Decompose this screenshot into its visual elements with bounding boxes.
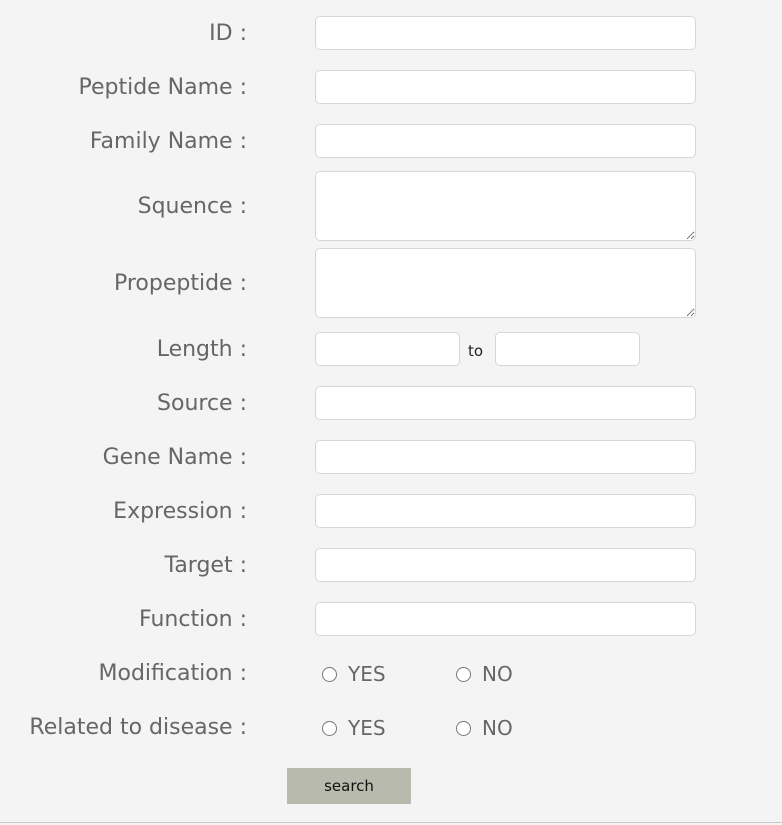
expression-input[interactable] (315, 494, 696, 528)
modification-yes-radio[interactable] (322, 666, 337, 682)
related-to-disease-yes-radio[interactable] (322, 720, 337, 736)
source-label: Source : (157, 391, 247, 416)
gene-name-input[interactable] (315, 440, 696, 474)
related-to-disease-no-option[interactable]: NO (456, 715, 513, 741)
gene-name-label: Gene Name : (102, 445, 247, 470)
expression-label: Expression : (113, 499, 247, 524)
related-to-disease-label: Related to disease : (29, 715, 247, 740)
related-to-disease-no-radio[interactable] (456, 720, 471, 736)
id-label: ID : (209, 21, 247, 46)
modification-no-option[interactable]: NO (456, 661, 513, 687)
length-to-input[interactable] (495, 332, 640, 366)
family-name-input[interactable] (315, 124, 696, 158)
target-input[interactable] (315, 548, 696, 582)
family-name-label: Family Name : (89, 129, 247, 154)
related-to-disease-yes-label: YES (348, 716, 386, 740)
id-input[interactable] (315, 16, 696, 50)
propeptide-label: Propeptide : (113, 271, 247, 296)
peptide-name-label: Peptide Name : (78, 75, 247, 100)
function-label: Function : (139, 607, 247, 632)
sequence-textarea[interactable] (315, 171, 696, 241)
length-label: Length : (156, 337, 247, 362)
modification-no-radio[interactable] (456, 666, 471, 682)
target-label: Target : (164, 553, 247, 578)
modification-no-label: NO (482, 662, 513, 686)
modification-yes-label: YES (348, 662, 386, 686)
related-to-disease-no-label: NO (482, 716, 513, 740)
search-form: ID : Peptide Name : Family Name : Squenc… (0, 0, 782, 825)
propeptide-textarea[interactable] (315, 248, 696, 318)
function-input[interactable] (315, 602, 696, 636)
bottom-divider (0, 822, 782, 823)
source-input[interactable] (315, 386, 696, 420)
length-from-input[interactable] (315, 332, 460, 366)
peptide-name-input[interactable] (315, 70, 696, 104)
modification-label: Modification : (98, 661, 248, 686)
sequence-label: Squence : (137, 194, 247, 219)
related-to-disease-yes-option[interactable]: YES (322, 715, 386, 741)
modification-yes-option[interactable]: YES (322, 661, 386, 687)
length-to-label: to (468, 342, 484, 360)
search-button[interactable]: search (287, 768, 411, 804)
